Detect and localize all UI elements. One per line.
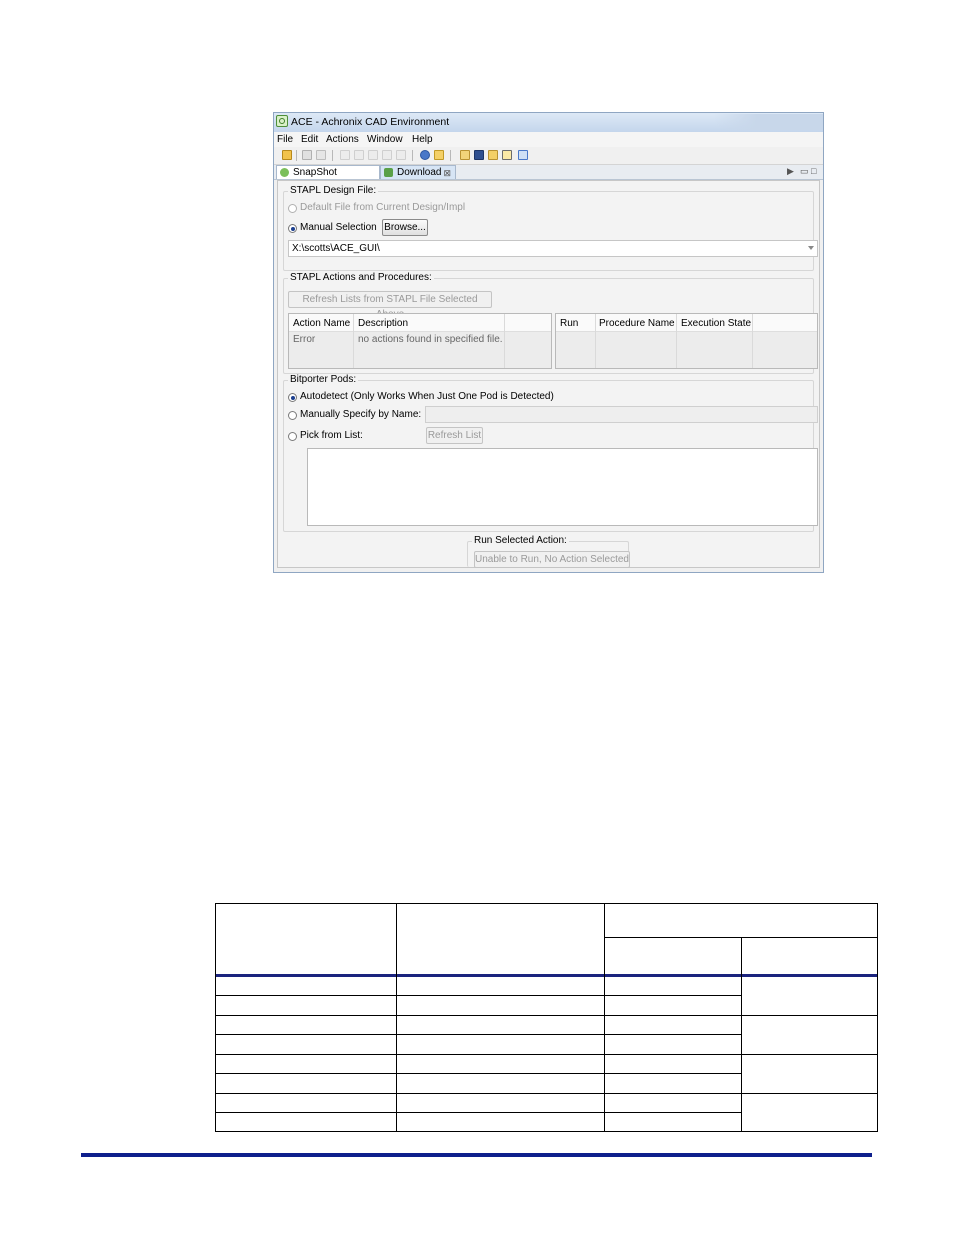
wizard-icon[interactable]: [434, 150, 444, 160]
manual-selection-radio[interactable]: [288, 224, 297, 233]
run-selected-group: Run Selected Action: Unable to Run, No A…: [467, 535, 630, 568]
stapl-design-file-group: STAPL Design File: Default File from Cur…: [283, 185, 818, 271]
toolbar-separator: [412, 150, 413, 161]
ace-app-icon: [276, 115, 288, 127]
refresh-lists-button[interactable]: Refresh Lists from STAPL File Selected A…: [288, 291, 492, 320]
refresh-list-button[interactable]: Refresh List: [426, 427, 483, 444]
console-icon[interactable]: [518, 150, 528, 160]
table-line: [216, 1054, 877, 1055]
menu-edit[interactable]: Edit: [301, 134, 318, 145]
undo-icon[interactable]: [340, 150, 350, 160]
autodetect-label: Autodetect (Only Works When Just One Pod…: [300, 391, 554, 402]
table-row-action-name[interactable]: Error: [293, 334, 315, 345]
cut-icon[interactable]: [368, 150, 378, 160]
stapl-actions-label: STAPL Actions and Procedures:: [288, 272, 434, 283]
ace-window: ACE - Achronix CAD Environment File Edit…: [273, 112, 824, 573]
table-line: [216, 1034, 741, 1035]
minimize-icon[interactable]: ▭: [800, 166, 809, 177]
column-header-description[interactable]: Description: [358, 318, 408, 329]
save-icon[interactable]: [302, 150, 312, 160]
default-file-label: Default File from Current Design/Impl: [300, 202, 466, 213]
menu-actions[interactable]: Actions: [326, 134, 359, 145]
tab-snapshot-debugger[interactable]: SnapShot Debugger: [276, 165, 380, 192]
menu-help[interactable]: Help: [412, 134, 433, 145]
toolbar-separator: [296, 150, 297, 161]
table-line: [216, 995, 741, 996]
table-row-description[interactable]: no actions found in specified file.: [358, 334, 503, 345]
pick-from-list-radio[interactable]: [288, 432, 297, 441]
column-divider: [595, 314, 596, 368]
chevron-down-icon[interactable]: [808, 246, 814, 250]
column-divider: [353, 314, 354, 368]
column-header-execution-state[interactable]: Execution State: [681, 318, 751, 329]
table-line: [216, 1093, 877, 1094]
column-divider: [676, 314, 677, 368]
toolbar-separator: [332, 150, 333, 161]
column-divider: [752, 314, 753, 368]
table-line: [216, 1015, 877, 1016]
view-menu-icon[interactable]: ▶: [787, 166, 794, 177]
pick-from-list-label: Pick from List:: [300, 430, 363, 441]
new-project-icon[interactable]: [460, 150, 470, 160]
perspective-icon[interactable]: [502, 150, 512, 160]
tab-download-label: Download: [397, 167, 442, 178]
autodetect-radio[interactable]: [288, 393, 297, 402]
document-table: [215, 903, 878, 1132]
file-path-combo[interactable]: X:\scotts\ACE_GUI\: [288, 240, 818, 257]
procedures-table: Run Procedure Name Execution State: [555, 313, 818, 369]
menu-window[interactable]: Window: [367, 134, 403, 145]
manual-selection-label: Manual Selection: [300, 222, 377, 233]
save-all-icon[interactable]: [316, 150, 326, 160]
browse-button[interactable]: Browse...: [382, 219, 428, 236]
pod-list[interactable]: [307, 448, 818, 526]
window-title: ACE - Achronix CAD Environment: [291, 116, 450, 128]
column-divider: [504, 314, 505, 368]
maximize-icon[interactable]: □: [811, 166, 816, 176]
default-file-radio[interactable]: [288, 204, 297, 213]
table-line: [216, 1112, 741, 1113]
manual-pod-radio[interactable]: [288, 411, 297, 420]
column-header-procedure-name[interactable]: Procedure Name: [599, 318, 675, 329]
paste-icon[interactable]: [396, 150, 406, 160]
download-panel: STAPL Design File: Default File from Cur…: [277, 180, 820, 568]
run-action-button[interactable]: Unable to Run, No Action Selected: [474, 551, 630, 568]
table-line: [741, 937, 742, 1131]
table-header-rule: [216, 974, 877, 977]
file-path-value: X:\scotts\ACE_GUI\: [292, 243, 380, 254]
column-header-run[interactable]: Run: [560, 318, 578, 329]
tab-download[interactable]: Download ⊠: [380, 165, 456, 179]
toolbar-separator: [450, 150, 451, 161]
redo-icon[interactable]: [354, 150, 364, 160]
layout-icon[interactable]: [474, 150, 484, 160]
view-tab-row: SnapShot Debugger Download ⊠ ▶ ▭ □: [274, 165, 823, 192]
bitporter-pods-label: Bitporter Pods:: [288, 374, 359, 385]
help-icon[interactable]: [420, 150, 430, 160]
open-folder-icon[interactable]: [282, 150, 292, 160]
run-selected-label: Run Selected Action:: [472, 535, 569, 546]
bug-icon: [280, 168, 289, 177]
pod-name-field[interactable]: [425, 406, 818, 423]
title-bar: ACE - Achronix CAD Environment: [274, 113, 823, 133]
menu-file[interactable]: File: [277, 134, 293, 145]
bitporter-pods-group: Bitporter Pods: Autodetect (Only Works W…: [283, 374, 818, 532]
table-line: [396, 904, 397, 1131]
column-header-action-name[interactable]: Action Name: [293, 318, 350, 329]
table-line: [216, 1073, 741, 1074]
title-bar-controls-faded: [713, 114, 823, 130]
copy-icon[interactable]: [382, 150, 392, 160]
download-icon: [384, 168, 393, 177]
menu-bar: File Edit Actions Window Help: [274, 132, 823, 147]
actions-table: Action Name Description Error no actions…: [288, 313, 552, 369]
table-line: [604, 904, 605, 1131]
stapl-actions-group: STAPL Actions and Procedures: Refresh Li…: [283, 272, 818, 374]
add-design-icon[interactable]: [488, 150, 498, 160]
footer-rule: [81, 1153, 872, 1157]
close-icon[interactable]: ⊠: [443, 166, 451, 180]
toolbar: [274, 147, 823, 165]
manual-pod-label: Manually Specify by Name:: [300, 409, 422, 420]
stapl-design-file-label: STAPL Design File:: [288, 185, 379, 196]
